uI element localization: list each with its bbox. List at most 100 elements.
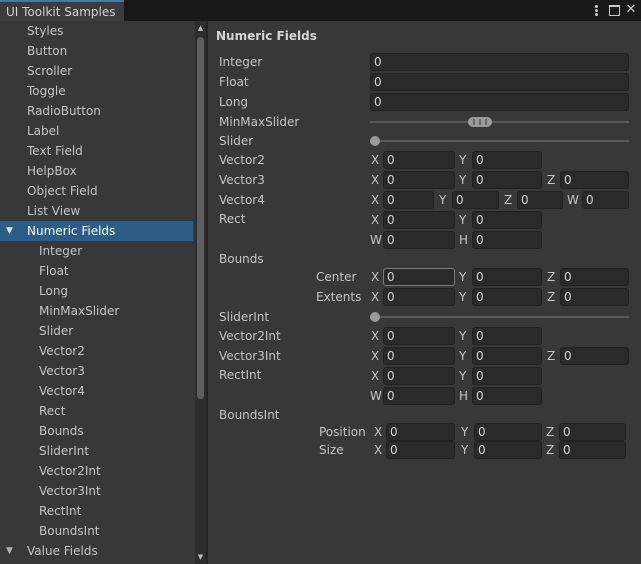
bounds-center-z-label[interactable]: Z xyxy=(547,268,555,286)
tree-item-vector2int[interactable]: Vector2Int xyxy=(0,461,193,481)
boundsint-size-y-field[interactable]: 0 xyxy=(474,441,542,459)
expand-arrow-icon[interactable]: ▼ xyxy=(6,541,13,561)
tree-item-long[interactable]: Long xyxy=(0,281,193,301)
vector2-x-field[interactable]: 0 xyxy=(383,151,455,169)
tree-item-vector3int[interactable]: Vector3Int xyxy=(0,481,193,501)
tree-item-radiobutton[interactable]: RadioButton xyxy=(0,101,193,121)
long-field[interactable]: 0 xyxy=(370,93,629,111)
sliderint-thumb[interactable] xyxy=(370,312,380,322)
tree-item-vector3[interactable]: Vector3 xyxy=(0,361,193,381)
tree-item-rect[interactable]: Rect xyxy=(0,401,193,421)
kebab-menu-icon[interactable] xyxy=(588,1,604,19)
tree-item-boundsint[interactable]: BoundsInt xyxy=(0,521,193,541)
rectint-y-label[interactable]: Y xyxy=(459,367,466,385)
rect-w-label[interactable]: W xyxy=(370,231,382,249)
vector4-w-label[interactable]: W xyxy=(567,191,579,209)
tree-item-vector4[interactable]: Vector4 xyxy=(0,381,193,401)
bounds-center-y-label[interactable]: Y xyxy=(459,268,466,286)
tree-item-button[interactable]: Button xyxy=(0,41,193,61)
tree-item-list-view[interactable]: List View xyxy=(0,201,193,221)
minmaxslider-track[interactable] xyxy=(370,121,629,123)
integer-field[interactable]: 0 xyxy=(370,53,629,71)
tree-item-bounds[interactable]: Bounds xyxy=(0,421,193,441)
slider-track[interactable] xyxy=(370,140,629,142)
tree-item-integer[interactable]: Integer xyxy=(0,241,193,261)
boundsint-position-x-label[interactable]: X xyxy=(374,423,382,441)
tree-item-vector2[interactable]: Vector2 xyxy=(0,341,193,361)
vector3int-z-field[interactable]: 0 xyxy=(560,347,629,365)
vector2-x-label[interactable]: X xyxy=(371,151,379,169)
vector3int-y-field[interactable]: 0 xyxy=(472,347,542,365)
rectint-y-field[interactable]: 0 xyxy=(472,367,542,385)
rect-y-field[interactable]: 0 xyxy=(472,211,542,229)
boundsint-size-z-field[interactable]: 0 xyxy=(559,441,626,459)
tree-item-text-field[interactable]: Text Field xyxy=(0,141,193,161)
minmaxslider-thumb[interactable] xyxy=(468,117,492,127)
vector3-x-label[interactable]: X xyxy=(371,171,379,189)
vector2int-y-label[interactable]: Y xyxy=(459,327,466,345)
vector3int-x-label[interactable]: X xyxy=(371,347,379,365)
rectint-h-field[interactable]: 0 xyxy=(472,387,542,405)
slider-thumb[interactable] xyxy=(370,136,380,146)
vector4-y-label[interactable]: Y xyxy=(439,191,446,209)
window-tab[interactable]: UI Toolkit Samples xyxy=(0,0,124,21)
rect-h-label[interactable]: H xyxy=(459,231,468,249)
tree-item-rectint[interactable]: RectInt xyxy=(0,501,193,521)
vector3int-y-label[interactable]: Y xyxy=(459,347,466,365)
sidebar-scrollbar[interactable]: ▲ ▼ xyxy=(195,21,206,564)
rect-x-label[interactable]: X xyxy=(371,211,379,229)
bounds-center-x-label[interactable]: X xyxy=(371,268,379,286)
vector2int-x-field[interactable]: 0 xyxy=(383,327,455,345)
vector2-y-field[interactable]: 0 xyxy=(472,151,542,169)
rect-h-field[interactable]: 0 xyxy=(472,231,542,249)
tree-item-value-fields[interactable]: ▼ Value Fields xyxy=(0,541,193,561)
scrollbar-thumb[interactable] xyxy=(197,37,204,399)
rectint-x-label[interactable]: X xyxy=(371,367,379,385)
bounds-extents-x-field[interactable]: 0 xyxy=(383,288,455,306)
vector4-z-field[interactable]: 0 xyxy=(517,191,563,209)
vector2int-x-label[interactable]: X xyxy=(371,327,379,345)
boundsint-position-z-label[interactable]: Z xyxy=(546,423,554,441)
rect-w-field[interactable]: 0 xyxy=(383,231,455,249)
expand-arrow-icon[interactable]: ▼ xyxy=(6,221,13,241)
rectint-w-field[interactable]: 0 xyxy=(383,387,455,405)
vector3-y-label[interactable]: Y xyxy=(459,171,466,189)
tree-item-object-field[interactable]: Object Field xyxy=(0,181,193,201)
vector4-z-label[interactable]: Z xyxy=(504,191,512,209)
vector3-x-field[interactable]: 0 xyxy=(383,171,455,189)
bounds-center-x-field[interactable]: 0 xyxy=(383,268,455,286)
tree-item-slider[interactable]: Slider xyxy=(0,321,193,341)
vector3int-z-label[interactable]: Z xyxy=(547,347,555,365)
boundsint-size-x-label[interactable]: X xyxy=(374,441,382,459)
tree-item-styles[interactable]: Styles xyxy=(0,21,193,41)
vector4-x-field[interactable]: 0 xyxy=(383,191,434,209)
boundsint-position-z-field[interactable]: 0 xyxy=(559,423,626,441)
vector2-y-label[interactable]: Y xyxy=(459,151,466,169)
bounds-extents-x-label[interactable]: X xyxy=(371,288,379,306)
tree-item-numeric-fields[interactable]: ▼ Numeric Fields xyxy=(0,221,193,241)
tree-item-sliderint[interactable]: SliderInt xyxy=(0,441,193,461)
boundsint-size-y-label[interactable]: Y xyxy=(461,441,468,459)
vector4-x-label[interactable]: X xyxy=(371,191,379,209)
tree-item-float[interactable]: Float xyxy=(0,261,193,281)
bounds-extents-y-field[interactable]: 0 xyxy=(472,288,542,306)
tree-item-label[interactable]: Label xyxy=(0,121,193,141)
rectint-w-label[interactable]: W xyxy=(370,387,382,405)
scroll-down-icon[interactable]: ▼ xyxy=(195,552,206,562)
close-icon[interactable]: ✕ xyxy=(623,1,639,19)
tree-item-scroller[interactable]: Scroller xyxy=(0,61,193,81)
bounds-extents-y-label[interactable]: Y xyxy=(459,288,466,306)
vector4-w-field[interactable]: 0 xyxy=(582,191,629,209)
tree-item-helpbox[interactable]: HelpBox xyxy=(0,161,193,181)
maximize-icon[interactable] xyxy=(606,1,622,19)
scroll-up-icon[interactable]: ▲ xyxy=(195,23,206,33)
vector2int-y-field[interactable]: 0 xyxy=(472,327,542,345)
rectint-h-label[interactable]: H xyxy=(459,387,468,405)
vector3-z-field[interactable]: 0 xyxy=(560,171,629,189)
vector4-y-field[interactable]: 0 xyxy=(452,191,499,209)
bounds-extents-z-field[interactable]: 0 xyxy=(560,288,629,306)
boundsint-position-y-field[interactable]: 0 xyxy=(474,423,542,441)
bounds-center-y-field[interactable]: 0 xyxy=(472,268,542,286)
boundsint-position-x-field[interactable]: 0 xyxy=(386,423,455,441)
rect-y-label[interactable]: Y xyxy=(459,211,466,229)
